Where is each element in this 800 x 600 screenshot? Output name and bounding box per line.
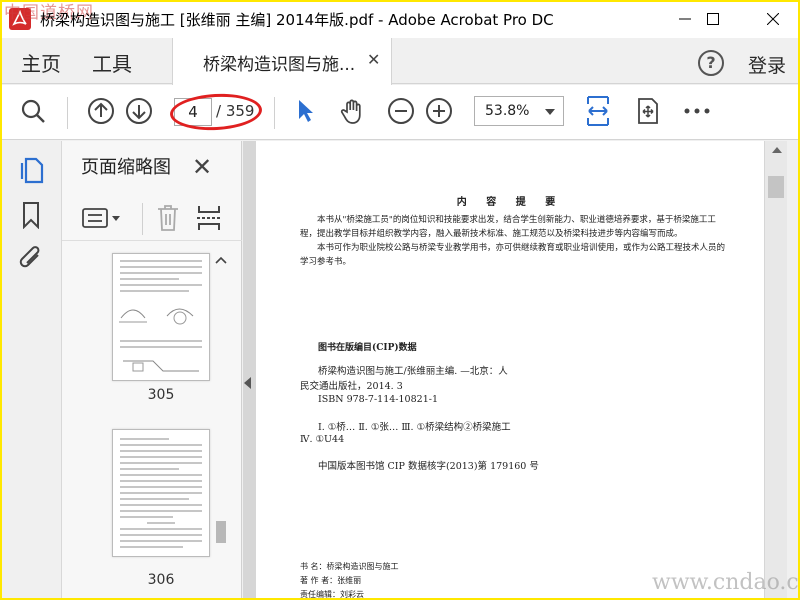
cip-number-line: 中国版本图书馆 CIP 数据核字(2013)第 179160 号 — [318, 461, 539, 472]
more-icon — [684, 108, 710, 114]
zoom-select[interactable]: 53.8% — [474, 96, 564, 126]
panel-divider — [142, 203, 143, 235]
thumbnail-figure — [123, 360, 199, 372]
editor-line: 责任编辑：刘彩云 — [300, 590, 364, 599]
tab-bar: 主页 工具 — [0, 38, 800, 84]
cip-line: 民交通出版社，2014. 3 — [300, 381, 403, 392]
chevron-up-icon — [215, 256, 227, 264]
previous-page-button[interactable] — [86, 96, 116, 126]
hand-icon — [340, 99, 361, 124]
classification-line: Ⅰ. ①桥… Ⅱ. ①张… Ⅲ. ①桥梁结构②桥梁施工 — [318, 422, 511, 433]
summary-paragraph-1: 本书从"桥梁施工员"的岗位知识和技能要求出发，结合学生创新能力、职业道德培养要求… — [300, 215, 716, 239]
document-tab-label: 桥梁构造识图与施... — [203, 55, 356, 75]
select-tool-button[interactable] — [292, 96, 318, 126]
cip-heading: 图书在版编目(CIP)数据 — [318, 343, 417, 353]
thumbnail-page-number: 306 — [147, 572, 175, 588]
collapse-left-panel-icon[interactable] — [244, 377, 251, 389]
cursor-arrow-icon — [299, 100, 313, 122]
document-scrollbar[interactable] — [765, 141, 787, 600]
full-screen-button[interactable] — [634, 96, 662, 126]
thumbnail-page-number: 305 — [147, 387, 175, 403]
tab-tools[interactable]: 工具 — [92, 48, 132, 77]
toolbar-divider — [274, 97, 275, 129]
panel-title: 页面缩略图 — [81, 157, 171, 178]
fit-width-icon — [587, 96, 609, 126]
next-page-button[interactable] — [124, 96, 154, 126]
search-icon[interactable] — [18, 96, 48, 126]
arrow-up-icon — [88, 98, 114, 124]
bookmark-icon — [23, 202, 39, 230]
more-tools-button[interactable] — [682, 96, 712, 126]
minus-circle-icon — [388, 98, 414, 124]
summary-paragraph-2: 本书可作为职业院校公路与桥梁专业教学用书，亦可供继续教育或职业培训使用，或作为公… — [300, 243, 726, 267]
title-bar: 中国道桥网 桥梁构造识图与施工 [张维丽 主编] 2014年版.pdf - Ad… — [0, 0, 800, 38]
thumbnail-scrollbar[interactable] — [214, 253, 228, 593]
options-menu-button[interactable] — [82, 206, 122, 234]
close-tab-icon[interactable]: ✕ — [367, 50, 380, 69]
delete-pages-button[interactable] — [156, 204, 180, 236]
isbn-line: ISBN 978-7-114-10821-1 — [318, 394, 438, 405]
login-button[interactable]: 登录 — [748, 51, 786, 78]
pdf-page: 内 容 提 要 本书从"桥梁施工员"的岗位知识和技能要求出发，结合学生创新能力、… — [256, 141, 764, 600]
trash-icon — [158, 205, 178, 231]
right-rail — [787, 141, 800, 600]
thumbnail-figure — [119, 308, 194, 325]
page-thumbnail[interactable] — [112, 253, 210, 381]
hand-tool-button[interactable] — [338, 96, 368, 126]
chevron-down-icon — [545, 109, 555, 115]
zoom-value: 53.8% — [485, 103, 530, 119]
cip-line: 桥梁构造识图与施工/张维丽主编. —北京：人 — [318, 366, 508, 377]
close-window-button[interactable] — [750, 0, 796, 38]
scroll-up-icon[interactable] — [772, 147, 782, 153]
list-menu-icon — [82, 208, 120, 228]
toolbar-divider — [67, 97, 68, 129]
zoom-out-button[interactable] — [386, 96, 416, 126]
page-thumbnails-button[interactable] — [18, 155, 44, 189]
help-button[interactable]: ? — [698, 50, 724, 76]
tab-document[interactable]: 桥梁构造识图与施... ✕ — [172, 38, 392, 85]
plus-circle-icon — [426, 98, 452, 124]
insert-page-button[interactable] — [196, 204, 222, 236]
fit-width-button[interactable] — [584, 94, 612, 128]
page-heading: 内 容 提 要 — [456, 197, 564, 208]
zoom-in-button[interactable] — [424, 96, 454, 126]
bookmarks-button[interactable] — [21, 201, 41, 233]
attachments-button[interactable] — [18, 243, 44, 277]
bottom-watermark: www.cndao.com — [652, 570, 800, 595]
close-panel-icon[interactable]: ✕ — [192, 153, 212, 181]
left-rail — [0, 141, 62, 600]
tab-home[interactable]: 主页 — [21, 48, 61, 77]
author-line: 著 作 者：张维丽 — [300, 576, 362, 585]
pages-icon — [20, 157, 44, 184]
panel-toolbar — [62, 196, 242, 241]
book-title-line: 书 名：桥梁构造识图与施工 — [300, 562, 399, 571]
page-thumbnail[interactable] — [112, 429, 210, 557]
maximize-icon — [707, 13, 719, 25]
close-icon — [767, 13, 779, 25]
document-scroll-thumb[interactable] — [768, 176, 784, 198]
insert-page-icon — [197, 206, 221, 230]
maximize-button[interactable] — [690, 0, 736, 38]
arrow-down-icon — [126, 98, 152, 124]
thumbnail-scroll-thumb[interactable] — [216, 521, 226, 543]
window-title: 桥梁构造识图与施工 [张维丽 主编] 2014年版.pdf - Adobe Ac… — [40, 11, 554, 29]
classification-line: Ⅳ. ①U44 — [300, 434, 345, 445]
thumbnail-panel: 页面缩略图 ✕ 305 306 — [62, 141, 242, 600]
paperclip-icon — [19, 246, 40, 268]
page-arrows-icon — [638, 98, 658, 124]
